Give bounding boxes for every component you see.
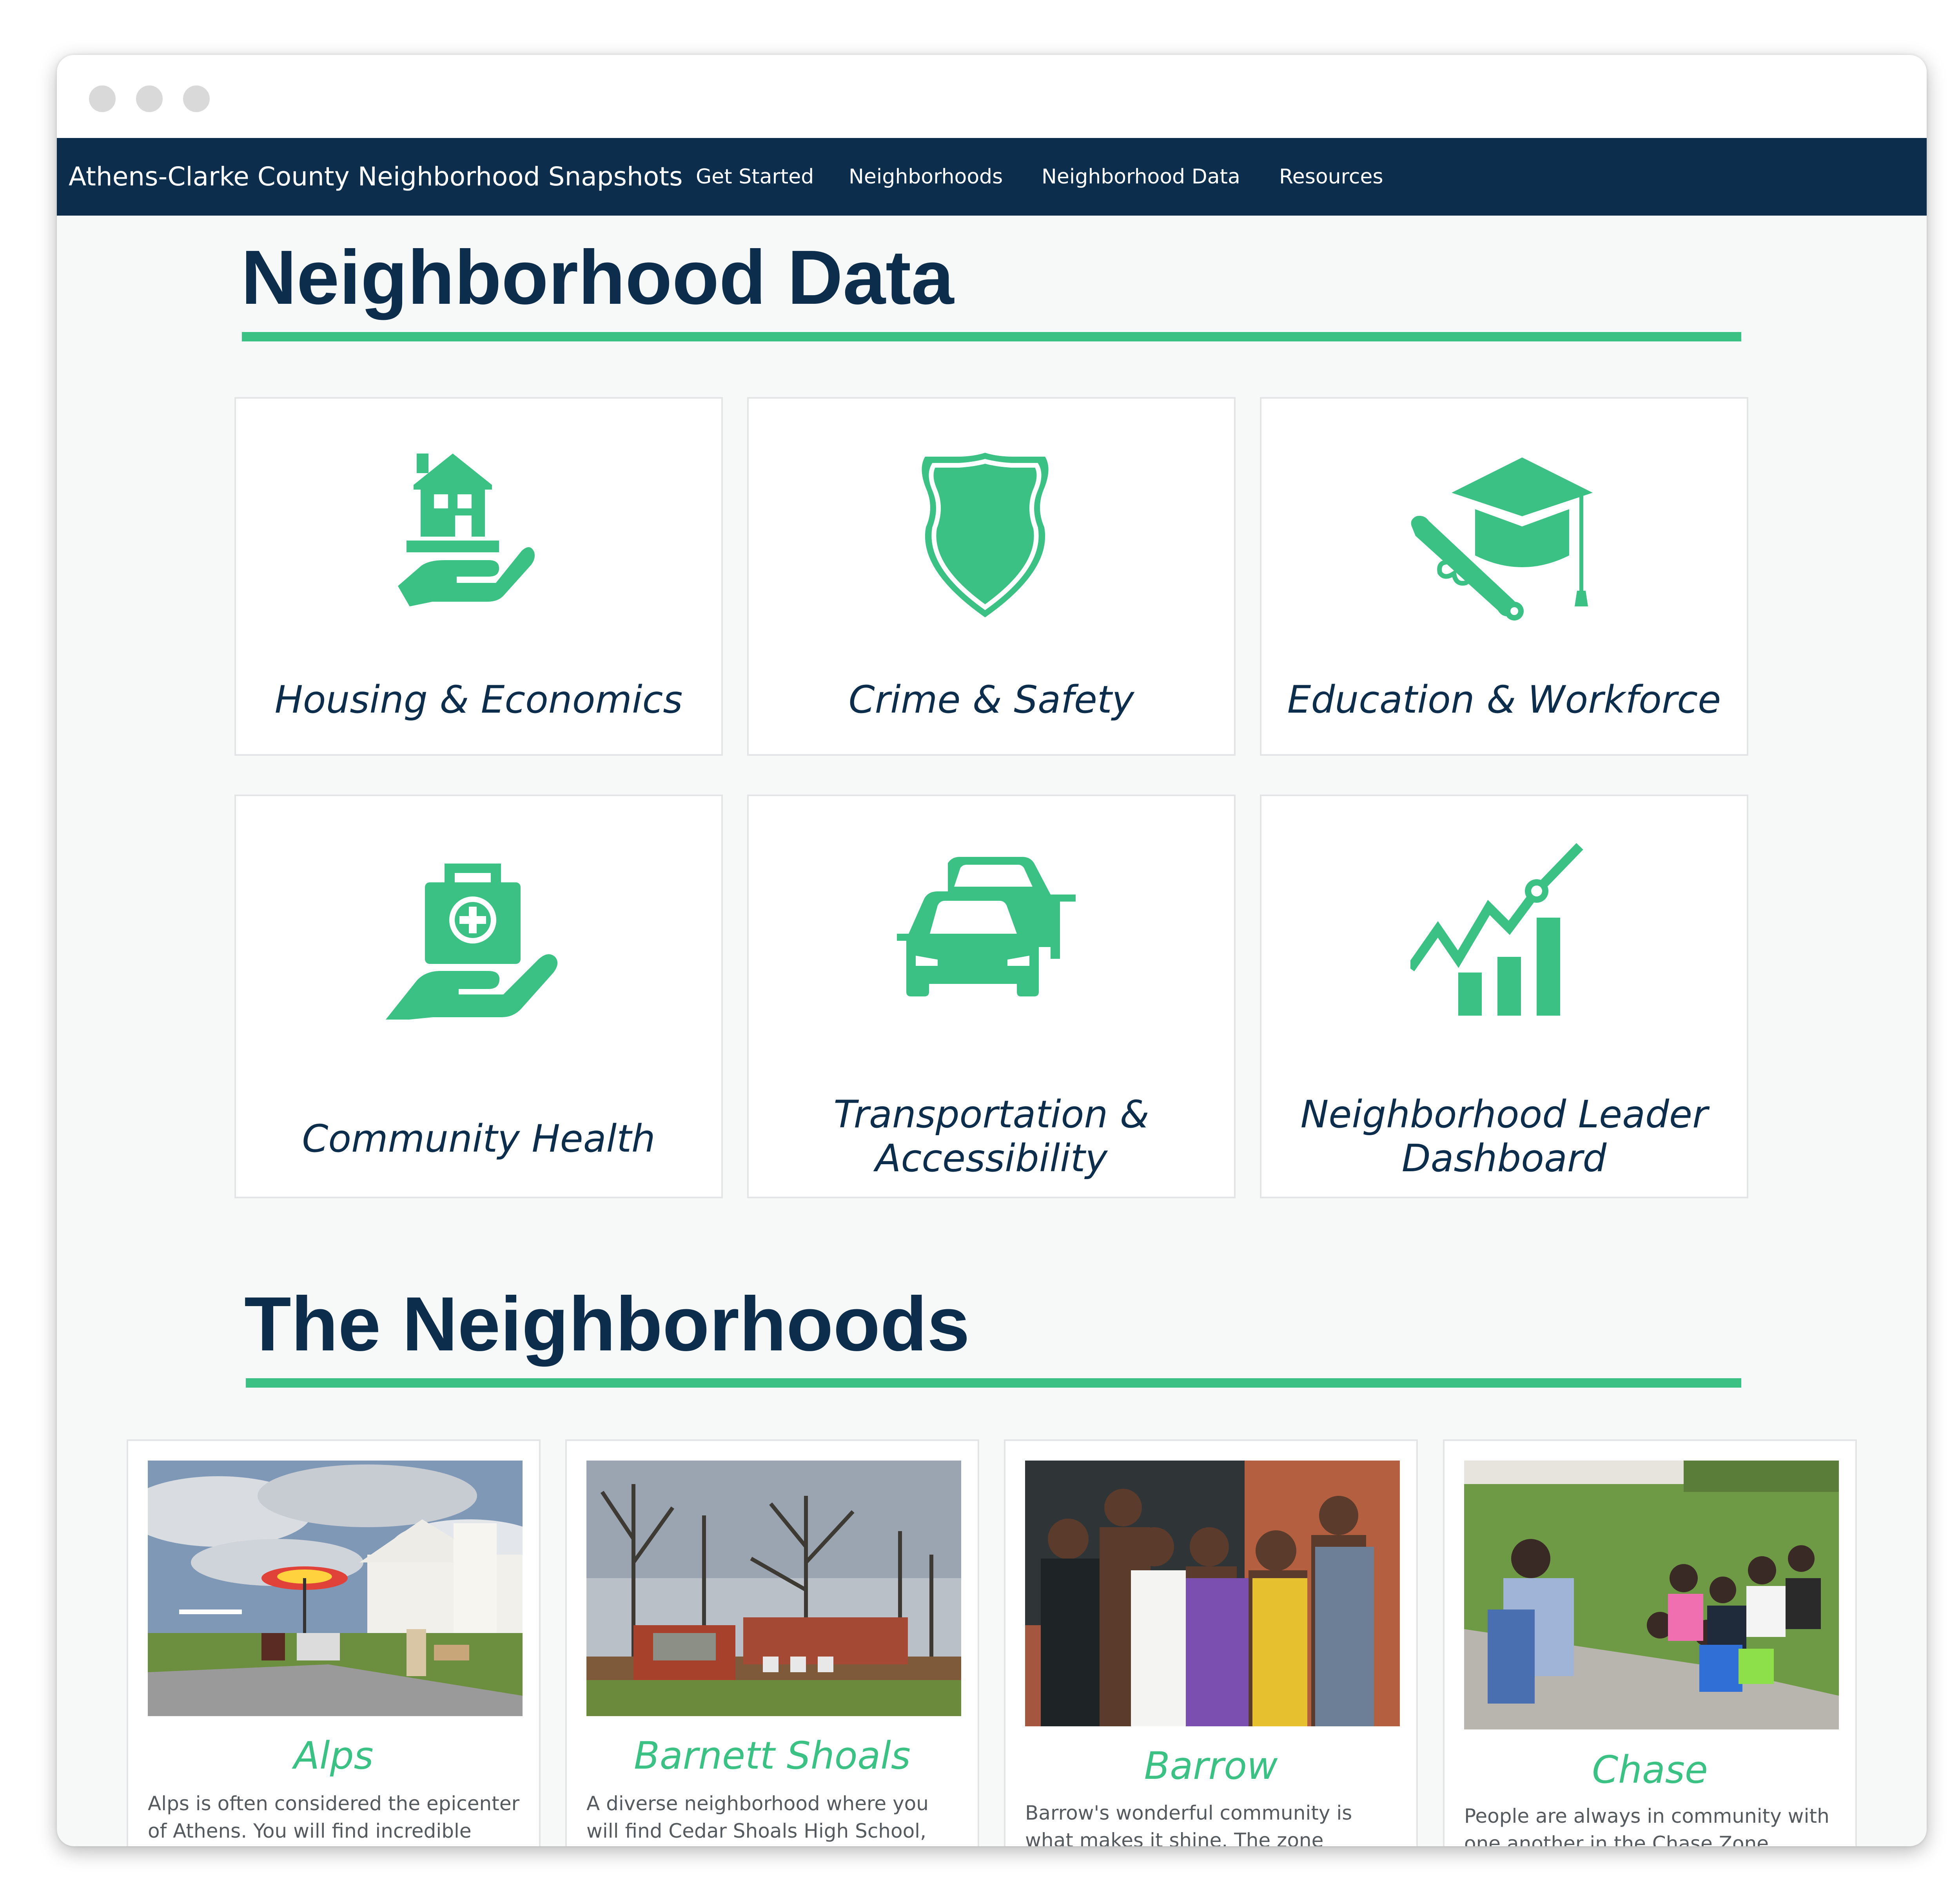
card-neighborhood-leader-dashboard[interactable]: Neighborhood Leader Dashboard bbox=[1260, 795, 1748, 1198]
card-crime-safety[interactable]: Crime & Safety bbox=[747, 397, 1236, 756]
graduation-cap-diploma-icon bbox=[1411, 457, 1593, 621]
neighborhood-photo-barrow[interactable] bbox=[1025, 1461, 1400, 1726]
neighborhood-card-barnett-shoals[interactable]: Barnett Shoals A diverse neighborhood wh… bbox=[565, 1439, 979, 1846]
card-label-line2: Accessibility bbox=[875, 1136, 1108, 1180]
growth-chart-icon bbox=[1410, 843, 1583, 1016]
neighborhood-card-alps[interactable]: Alps Alps is often considered the epicen… bbox=[127, 1439, 541, 1846]
card-label-line1: Transportation & bbox=[833, 1092, 1149, 1136]
card-label: Education & Workforce bbox=[1287, 678, 1721, 722]
window-dot[interactable] bbox=[136, 85, 163, 112]
neighborhood-card-chase[interactable]: Chase People are always in community wit… bbox=[1443, 1439, 1857, 1846]
section-title-neighborhoods: The Neighborhoods bbox=[244, 1281, 970, 1367]
neighborhood-desc-line1: A diverse neighborhood where you bbox=[586, 1792, 929, 1815]
card-label-line2: Dashboard bbox=[1401, 1136, 1607, 1180]
neighborhood-desc-line2: one another in the Chase Zone. bbox=[1464, 1832, 1775, 1846]
card-label: Community Health bbox=[302, 1117, 655, 1161]
neighborhood-desc-line1: People are always in community with bbox=[1464, 1805, 1829, 1827]
cars-icon bbox=[897, 857, 1076, 996]
neighborhood-name[interactable]: Alps bbox=[128, 1734, 539, 1777]
shield-icon bbox=[922, 453, 1049, 617]
medical-kit-in-hand-icon bbox=[386, 864, 558, 1020]
neighborhood-photo-alps[interactable] bbox=[148, 1461, 523, 1716]
nav-link-resources[interactable]: Resources bbox=[1279, 138, 1383, 216]
card-label-line1: Neighborhood Leader bbox=[1300, 1092, 1708, 1136]
section-divider bbox=[246, 1378, 1741, 1388]
card-education-workforce[interactable]: Education & Workforce bbox=[1260, 397, 1748, 756]
neighborhood-name[interactable]: Barrow bbox=[1005, 1744, 1416, 1787]
nav-link-neighborhood-data[interactable]: Neighborhood Data bbox=[1042, 138, 1240, 216]
neighborhood-desc-line1: Barrow's wonderful community is bbox=[1025, 1802, 1352, 1824]
section-title-neighborhood-data: Neighborhood Data bbox=[241, 234, 954, 320]
window-dot[interactable] bbox=[89, 85, 116, 112]
neighborhood-desc-line2: what makes it shine. The zone bbox=[1025, 1829, 1324, 1846]
card-label: Housing & Economics bbox=[274, 678, 683, 722]
neighborhood-photo-chase[interactable] bbox=[1464, 1461, 1839, 1729]
section-divider bbox=[242, 332, 1741, 341]
card-transportation-accessibility[interactable]: Transportation & Accessibility bbox=[747, 795, 1236, 1198]
neighborhood-name[interactable]: Barnett Shoals bbox=[567, 1734, 978, 1777]
house-in-hand-icon bbox=[398, 454, 535, 606]
neighborhood-desc-line1: Alps is often considered the epicenter bbox=[148, 1792, 520, 1815]
card-label: Crime & Safety bbox=[848, 678, 1134, 722]
neighborhood-desc-line2: will find Cedar Shoals High School, bbox=[586, 1820, 926, 1842]
window-dot[interactable] bbox=[183, 85, 210, 112]
browser-window: Athens-Clarke County Neighborhood Snapsh… bbox=[57, 55, 1927, 1846]
card-community-health[interactable]: Community Health bbox=[234, 795, 723, 1198]
window-titlebar bbox=[57, 55, 1927, 138]
neighborhood-name[interactable]: Chase bbox=[1445, 1748, 1855, 1791]
neighborhood-card-barrow[interactable]: Barrow Barrow's wonderful community is w… bbox=[1004, 1439, 1418, 1846]
site-navbar: Athens-Clarke County Neighborhood Snapsh… bbox=[57, 138, 1927, 216]
neighborhood-photo-barnett-shoals[interactable] bbox=[586, 1461, 961, 1716]
card-housing-economics[interactable]: Housing & Economics bbox=[234, 397, 723, 756]
neighborhood-desc-line2: of Athens. You will find incredible bbox=[148, 1820, 472, 1842]
site-brand[interactable]: Athens-Clarke County Neighborhood Snapsh… bbox=[69, 138, 683, 216]
nav-link-get-started[interactable]: Get Started bbox=[696, 138, 814, 216]
nav-link-neighborhoods[interactable]: Neighborhoods bbox=[849, 138, 1003, 216]
